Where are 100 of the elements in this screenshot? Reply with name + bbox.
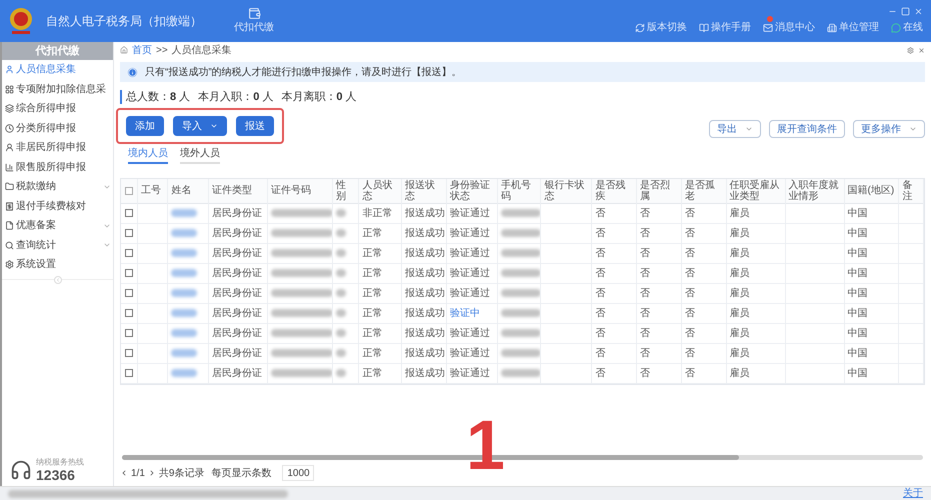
sidebar-item[interactable]: 专项附加扣除信息采: [2, 80, 113, 99]
chat-icon: [891, 22, 901, 32]
table-cell: 正常: [358, 303, 402, 323]
table-cell: 居民身份证: [208, 363, 268, 383]
tab[interactable]: 境外人员: [180, 146, 220, 164]
table-cell: 非正常: [358, 203, 402, 223]
page-size-field[interactable]: 1000: [282, 465, 314, 481]
tab[interactable]: 境内人员: [128, 146, 168, 164]
table-cell: 验证通过: [446, 223, 498, 243]
sidebar-item[interactable]: 税款缴纳: [2, 177, 113, 196]
action-button[interactable]: 导入: [173, 116, 227, 136]
blurred-text: [336, 328, 346, 337]
folder-icon: [5, 182, 14, 192]
table-cell: 否: [681, 263, 726, 283]
table-cell: 否: [636, 303, 682, 323]
table-cell: 否: [681, 223, 726, 243]
blurred-text: [336, 228, 346, 237]
table-cell: 居民身份证: [208, 323, 268, 343]
module-tab[interactable]: 代扣代缴: [234, 7, 274, 35]
table-cell: 否: [636, 243, 682, 263]
about-link[interactable]: 关于: [903, 486, 923, 500]
header-link[interactable]: 单位管理: [827, 20, 879, 35]
checkbox[interactable]: [124, 289, 133, 297]
stat-text: 总人数：8 人: [126, 90, 190, 105]
caret-icon: [745, 125, 753, 133]
checkbox[interactable]: [124, 269, 133, 277]
table-cell: 中国: [844, 223, 899, 243]
user-icon: [5, 65, 14, 74]
sidebar-item[interactable]: 限售股所得申报: [2, 158, 113, 177]
sidebar-item[interactable]: 查询统计: [2, 236, 113, 255]
table-cell: 中国: [844, 343, 899, 363]
sidebar-item[interactable]: 分类所得申报: [2, 118, 113, 138]
sidebar-item[interactable]: 系统设置: [2, 255, 113, 274]
table-cell: 报送成功: [402, 243, 446, 263]
header-link[interactable]: 版本切换: [635, 20, 687, 35]
clock-icon: [5, 124, 14, 133]
blurred-text: [270, 228, 332, 237]
sidebar-item[interactable]: 综合所得申报: [2, 99, 113, 118]
header-link[interactable]: 消息中心: [763, 20, 815, 35]
checkbox[interactable]: [124, 186, 133, 195]
previous-page-icon[interactable]: [120, 469, 128, 477]
column-header: 证件号码: [267, 179, 333, 203]
action-button[interactable]: 报送: [236, 116, 274, 136]
table-cell: 报送成功: [402, 343, 446, 363]
column-header: 备注: [898, 179, 924, 203]
table-cell: 否: [592, 263, 637, 283]
table-cell: 报送成功: [402, 283, 446, 303]
table-cell: 否: [592, 323, 637, 343]
maximize-icon[interactable]: [901, 7, 910, 16]
toolbar-button[interactable]: 展开查询条件: [769, 120, 845, 138]
settings-icon: [5, 260, 14, 270]
checkbox[interactable]: [124, 329, 133, 337]
table-cell: 雇员: [726, 363, 786, 383]
column-header: 证件类型: [208, 179, 268, 203]
table-cell: 中国: [844, 303, 899, 323]
checkbox[interactable]: [124, 369, 133, 377]
blurred-text: [500, 348, 540, 357]
blurred-text: [171, 208, 198, 217]
table-cell: 雇员: [726, 243, 786, 263]
table-cell: 报送成功: [402, 203, 446, 223]
caret-icon: [210, 122, 218, 130]
table-cell: 正常: [358, 363, 402, 383]
checkbox[interactable]: [124, 229, 133, 237]
blurred-text: [500, 288, 540, 297]
table-cell: 验证通过: [446, 323, 498, 343]
sidebar-item[interactable]: 非居民所得申报: [2, 138, 113, 158]
table-cell: 否: [592, 343, 637, 363]
close-icon[interactable]: [918, 46, 925, 54]
building-icon: [827, 22, 837, 32]
header-link[interactable]: 在线: [891, 20, 923, 35]
column-header: 国籍(地区): [844, 179, 899, 203]
header-link[interactable]: 操作手册: [699, 20, 751, 35]
table-cell: 正常: [358, 343, 402, 363]
table-cell: 居民身份证: [208, 263, 268, 283]
checkbox[interactable]: [124, 309, 133, 317]
sidebar-item[interactable]: 退付手续费核对: [2, 196, 113, 216]
action-button[interactable]: 添加: [126, 116, 164, 136]
column-header: 报送状态: [402, 179, 446, 203]
breadcrumb-link[interactable]: 首页: [132, 42, 152, 58]
column-header: 是否烈属: [636, 179, 682, 203]
blurred-text: [336, 208, 346, 217]
table-cell: 居民身份证: [208, 243, 268, 263]
toolbar-button[interactable]: 更多操作: [853, 120, 925, 138]
checkbox[interactable]: [124, 209, 133, 217]
layers-icon: [5, 104, 14, 114]
sidebar-item[interactable]: 人员信息采集: [2, 60, 113, 80]
blurred-text: [270, 208, 332, 217]
checkbox[interactable]: [124, 249, 133, 257]
sidebar-item[interactable]: 优惠备案: [2, 216, 113, 236]
toolbar-button[interactable]: 导出: [709, 120, 761, 138]
stat-text: 本月入职：0 人: [198, 90, 274, 105]
blurred-text: [270, 268, 332, 277]
table-cell: 否: [636, 343, 682, 363]
table-cell: 否: [636, 203, 682, 223]
checkbox[interactable]: [124, 349, 133, 357]
table-cell: 验证通过: [446, 363, 498, 383]
table-cell: 否: [636, 283, 682, 303]
settings-icon[interactable]: [907, 46, 914, 54]
table-cell: 验证通过: [446, 343, 498, 363]
column-header: 手机号码: [497, 179, 541, 203]
